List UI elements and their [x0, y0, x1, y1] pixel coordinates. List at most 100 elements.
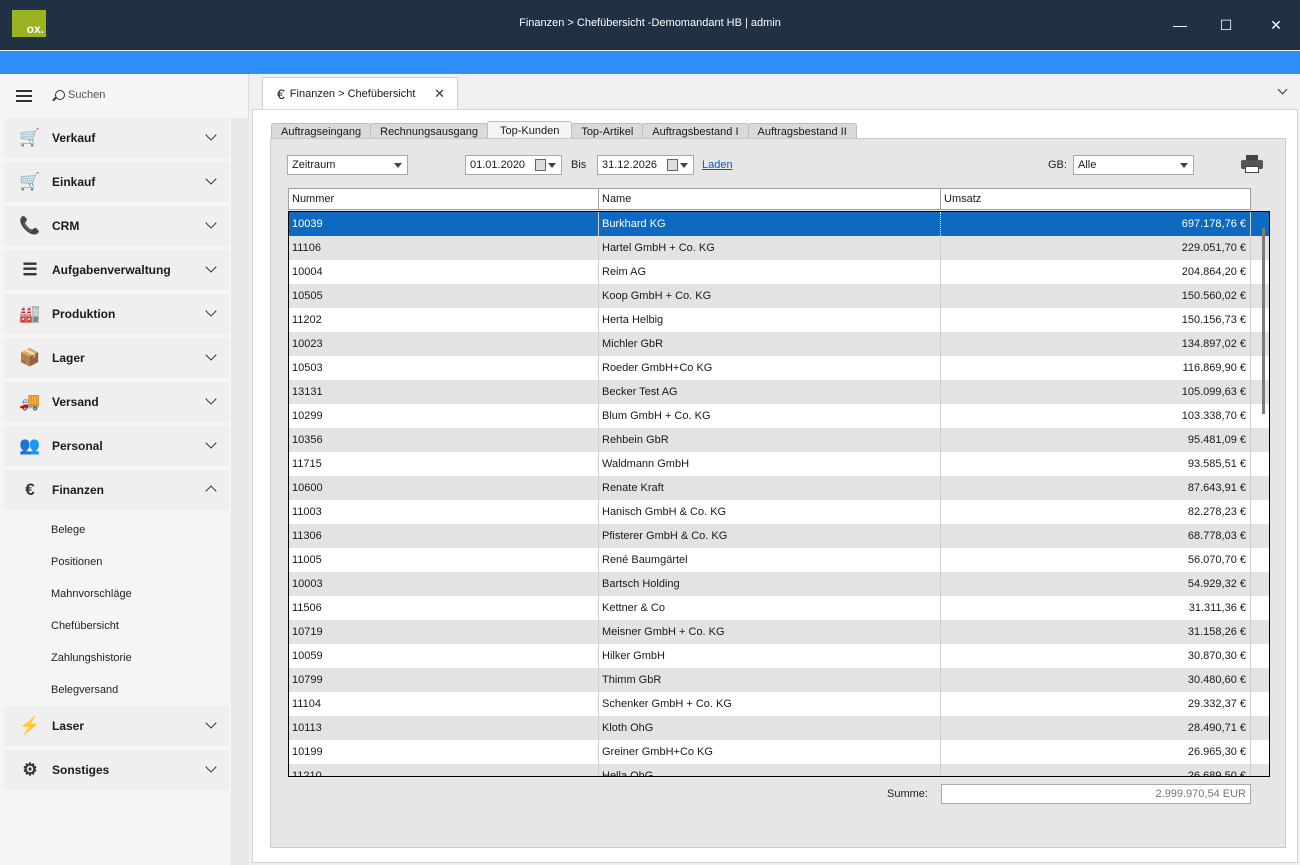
table-row[interactable]: 11005 René Baumgärtel 56.070,70 € — [289, 548, 1269, 572]
calendar-icon[interactable] — [667, 159, 678, 171]
sidebar-subitem[interactable]: Belegversand — [4, 674, 229, 706]
hamburger-menu-icon[interactable] — [16, 90, 32, 102]
cell-umsatz: 82.278,23 € — [941, 500, 1251, 524]
cell-name: Hanisch GmbH & Co. KG — [599, 500, 941, 524]
cell-name: Becker Test AG — [599, 380, 941, 404]
close-tab-icon[interactable]: ✕ — [434, 86, 445, 102]
sidebar-item-produktion[interactable]: 🏭 Produktion — [4, 294, 229, 334]
table-row[interactable]: 11506 Kettner & Co 31.311,36 € — [289, 596, 1269, 620]
chevron-down-icon[interactable] — [1277, 84, 1288, 95]
calendar-icon[interactable] — [535, 159, 546, 171]
table-row[interactable]: 10356 Rehbein GbR 95.481,09 € — [289, 428, 1269, 452]
chevron-down-icon — [205, 349, 217, 361]
table-row[interactable]: 10039 Burkhard KG 697.178,76 € — [289, 212, 1269, 236]
maximize-button[interactable]: ☐ — [1203, 10, 1249, 40]
table-row[interactable]: 10799 Thimm GbR 30.480,60 € — [289, 668, 1269, 692]
period-select[interactable]: Zeitraum — [287, 155, 408, 175]
cell-nummer: 10799 — [289, 668, 599, 692]
cell-name: Schenker GmbH + Co. KG — [599, 692, 941, 716]
euro-icon: € — [277, 85, 285, 102]
table-row[interactable]: 11715 Waldmann GmbH 93.585,51 € — [289, 452, 1269, 476]
cell-umsatz: 105.099,63 € — [941, 380, 1251, 404]
table-row[interactable]: 10505 Koop GmbH + Co. KG 150.560,02 € — [289, 284, 1269, 308]
table-row[interactable]: 10003 Bartsch Holding 54.929,32 € — [289, 572, 1269, 596]
sidebar-item-laser[interactable]: ⚡ Laser — [4, 706, 229, 746]
sidebar-item-label: Laser — [52, 719, 85, 733]
table-row[interactable]: 11106 Hartel GmbH + Co. KG 229.051,70 € — [289, 236, 1269, 260]
cell-nummer: 11715 — [289, 452, 599, 476]
sidebar-item-aufgabenverwaltung[interactable]: ☰ Aufgabenverwaltung — [4, 250, 229, 290]
cell-name: Hilker GmbH — [599, 644, 941, 668]
gb-select[interactable]: Alle — [1073, 155, 1194, 175]
printer-icon[interactable] — [1241, 155, 1263, 173]
sidebar-item-versand[interactable]: 🚚 Versand — [4, 382, 229, 422]
table-row[interactable]: 11003 Hanisch GmbH & Co. KG 82.278,23 € — [289, 500, 1269, 524]
table-row[interactable]: 10299 Blum GmbH + Co. KG 103.338,70 € — [289, 404, 1269, 428]
cell-umsatz: 116.869,90 € — [941, 356, 1251, 380]
table-row[interactable]: 10199 Greiner GmbH+Co KG 26.965,30 € — [289, 740, 1269, 764]
sidebar-item-lager[interactable]: 📦 Lager — [4, 338, 229, 378]
date-from-field[interactable]: 01.01.2020 — [465, 155, 562, 175]
chevron-down-icon[interactable] — [680, 163, 688, 168]
cell-nummer: 11306 — [289, 524, 599, 548]
truck-icon: 🚚 — [19, 392, 41, 411]
cell-nummer: 10003 — [289, 572, 599, 596]
table-row[interactable]: 10004 Reim AG 204.864,20 € — [289, 260, 1269, 284]
cell-name: Koop GmbH + Co. KG — [599, 284, 941, 308]
sidebar-item-label: Aufgabenverwaltung — [52, 263, 171, 277]
cell-umsatz: 54.929,32 € — [941, 572, 1251, 596]
table-row[interactable]: 10023 Michler GbR 134.897,02 € — [289, 332, 1269, 356]
cell-nummer: 13131 — [289, 380, 599, 404]
table-row[interactable]: 11210 Hella OhG 26.689,50 € — [289, 764, 1269, 776]
sidebar-subitem[interactable]: Positionen — [4, 546, 229, 578]
cell-nummer: 10199 — [289, 740, 599, 764]
table-row[interactable]: 10600 Renate Kraft 87.643,91 € — [289, 476, 1269, 500]
minimize-button[interactable]: — — [1157, 10, 1203, 40]
cell-umsatz: 29.332,37 € — [941, 692, 1251, 716]
sidebar-item-personal[interactable]: 👥 Personal — [4, 426, 229, 466]
sidebar-subitem[interactable]: Mahnvorschläge — [4, 578, 229, 610]
sidebar-subitem[interactable]: Zahlungshistorie — [4, 642, 229, 674]
chevron-down-icon — [205, 129, 217, 141]
table-row[interactable]: 10719 Meisner GmbH + Co. KG 31.158,26 € — [289, 620, 1269, 644]
cell-umsatz: 30.870,30 € — [941, 644, 1251, 668]
content-panel: Auftragseingang Rechnungsausgang Top-Kunde… — [252, 109, 1298, 863]
cell-nummer: 10039 — [289, 212, 599, 236]
cell-name: Kettner & Co — [599, 596, 941, 620]
chevron-down-icon — [205, 437, 217, 449]
sidebar-subitem[interactable]: Belege — [4, 514, 229, 546]
vertical-scrollbar[interactable] — [1262, 228, 1265, 414]
document-tab[interactable]: € Finanzen > Chefübersicht ✕ — [262, 77, 458, 109]
load-link[interactable]: Laden — [702, 159, 733, 171]
table-row[interactable]: 10113 Kloth OhG 28.490,71 € — [289, 716, 1269, 740]
table-row[interactable]: 11306 Pfisterer GmbH & Co. KG 68.778,03 € — [289, 524, 1269, 548]
table-row[interactable]: 10503 Roeder GmbH+Co KG 116.869,90 € — [289, 356, 1269, 380]
cell-umsatz: 68.778,03 € — [941, 524, 1251, 548]
date-to-field[interactable]: 31.12.2026 — [597, 155, 694, 175]
cell-nummer: 10503 — [289, 356, 599, 380]
chevron-down-icon — [205, 717, 217, 729]
table-row[interactable]: 11104 Schenker GmbH + Co. KG 29.332,37 € — [289, 692, 1269, 716]
sidebar-item-sonstiges[interactable]: ⚙ Sonstiges — [4, 750, 229, 790]
search-box[interactable]: Suchen — [55, 89, 105, 101]
sidebar-item-label: Verkauf — [52, 131, 96, 145]
sidebar-item-einkauf[interactable]: 🛒 Einkauf — [4, 162, 229, 202]
cell-umsatz: 150.560,02 € — [941, 284, 1251, 308]
cell-name: Roeder GmbH+Co KG — [599, 356, 941, 380]
chevron-down-icon[interactable] — [548, 163, 556, 168]
task-list-icon: ☰ — [22, 260, 38, 279]
table-row[interactable]: 10059 Hilker GmbH 30.870,30 € — [289, 644, 1269, 668]
table-row[interactable]: 13131 Becker Test AG 105.099,63 € — [289, 380, 1269, 404]
close-button[interactable]: ✕ — [1253, 10, 1299, 40]
document-tab-label: Finanzen > Chefübersicht — [289, 87, 416, 100]
sidebar-item-verkauf[interactable]: 🛒 Verkauf — [4, 118, 229, 158]
sidebar-item-finanzen[interactable]: € Finanzen — [4, 470, 229, 510]
sidebar-subitem[interactable]: Chefübersicht — [4, 610, 229, 642]
column-header-umsatz[interactable]: Umsatz — [941, 189, 1250, 209]
people-icon: 👥 — [19, 436, 41, 455]
column-header-nummer[interactable]: Nummer — [289, 189, 599, 209]
column-header-name[interactable]: Name — [599, 189, 941, 209]
gear-icon: ⚙ — [22, 760, 38, 779]
sidebar-item-crm[interactable]: 📞 CRM — [4, 206, 229, 246]
table-row[interactable]: 11202 Herta Helbig 150.156,73 € — [289, 308, 1269, 332]
